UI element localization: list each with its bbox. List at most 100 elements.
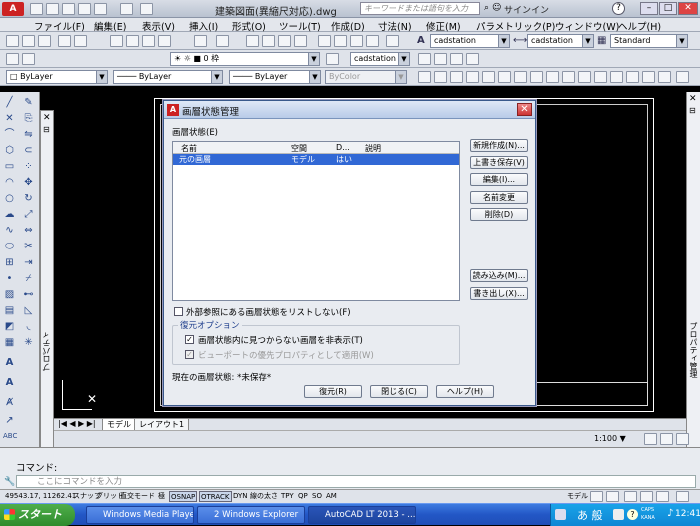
saveas-icon[interactable] (78, 3, 91, 15)
layer-manager-icon[interactable] (6, 53, 19, 65)
toggle-ortho[interactable]: 直交モード (119, 491, 156, 502)
xline-icon[interactable]: ✕ (3, 112, 16, 125)
layer-tool2-icon[interactable] (434, 53, 447, 65)
snap-tool6-icon[interactable] (498, 71, 511, 83)
tool-zoom-icon[interactable] (262, 35, 275, 47)
tool-open-icon[interactable] (22, 35, 35, 47)
edit-state-button[interactable]: 編集(I)... (470, 173, 528, 186)
help-icon[interactable]: ? (612, 2, 625, 15)
mleader-style-select[interactable]: cadstation ▼ (350, 52, 410, 66)
snap-tool10-icon[interactable] (562, 71, 575, 83)
snap-tool11-icon[interactable] (578, 71, 591, 83)
tool-pan-icon[interactable] (246, 35, 259, 47)
hide-missing-checkbox[interactable]: ✓ (185, 335, 194, 344)
spellcheck-icon[interactable]: ABC (3, 430, 17, 443)
lock-icon[interactable] (656, 491, 669, 502)
tool-tool-palettes-icon[interactable] (350, 35, 363, 47)
menu-dimension[interactable]: 寸法(N) (378, 19, 412, 33)
dim-style-select[interactable]: cadstation ▼ (527, 34, 594, 48)
start-button[interactable]: スタート (0, 504, 75, 526)
task-autocad[interactable]: AutoCAD LT 2013 - ... (308, 506, 416, 524)
tool-copy-icon[interactable] (126, 35, 139, 47)
linetype-select[interactable]: ──── ByLayer ▼ (113, 70, 223, 84)
save-icon[interactable] (62, 3, 75, 15)
layer-tool3-icon[interactable] (450, 53, 463, 65)
toggle-so[interactable]: SO (311, 491, 323, 502)
app-logo-icon[interactable]: A (2, 2, 24, 16)
table-icon[interactable]: ▦ (3, 336, 16, 349)
dialog-title-bar[interactable]: A 画層状態管理 ✕ (164, 101, 535, 119)
tool-help-icon[interactable] (386, 35, 399, 47)
copy-obj-icon[interactable]: ⎘ (22, 112, 35, 125)
scale-icon[interactable]: ⤢ (22, 208, 35, 221)
new-icon[interactable] (30, 3, 43, 15)
undo-icon[interactable] (120, 3, 133, 15)
mtext-icon[interactable]: A (3, 356, 16, 369)
clock[interactable]: 12:41 (675, 509, 700, 519)
list-item[interactable]: 元の画層 モデル はい (173, 154, 459, 165)
help-tray-icon[interactable]: ? (627, 509, 638, 520)
menu-insert[interactable]: 挿入(I) (189, 19, 218, 33)
toggle-qp[interactable]: QP (297, 491, 309, 502)
hatch-icon[interactable]: ▨ (3, 288, 16, 301)
close-dialog-button[interactable]: 閉じる(C) (370, 385, 428, 398)
close-button[interactable]: ✕ (678, 2, 698, 15)
menu-format[interactable]: 形式(O) (232, 19, 266, 33)
break-icon[interactable]: ⌿ (22, 272, 35, 285)
scale-select[interactable]: 1:100 ▼ (594, 434, 626, 443)
minimize-button[interactable]: – (640, 2, 658, 15)
snap-tool9-icon[interactable] (546, 71, 559, 83)
signin-link[interactable]: サインイン (504, 3, 549, 16)
snap-tool12-icon[interactable] (594, 71, 607, 83)
zoom-status-icon[interactable] (640, 491, 653, 502)
stretch-icon[interactable]: ⇔ (22, 224, 35, 237)
quickview-layouts-icon[interactable] (590, 491, 603, 502)
help-button[interactable]: ヘルプ(H) (436, 385, 494, 398)
dimlinear-icon[interactable]: Ⱥ (3, 396, 16, 409)
command-wrench-icon[interactable]: 🔧 (4, 477, 15, 487)
toggle-tpy[interactable]: TPY (280, 491, 295, 502)
maximize-button[interactable]: □ (659, 2, 677, 15)
color-select[interactable]: □ ByLayer ▼ (6, 70, 108, 84)
make-current-icon[interactable] (326, 53, 339, 65)
snap-tool4-icon[interactable] (466, 71, 479, 83)
right-palette-close-icon[interactable]: ✕ (689, 94, 697, 104)
layer-tool1-icon[interactable] (418, 53, 431, 65)
col-desc[interactable]: 説明 (365, 143, 381, 154)
search-input[interactable]: キーワードまたは語句を入力 (360, 2, 480, 15)
snap-tool7-icon[interactable] (514, 71, 527, 83)
tool-save-icon[interactable] (38, 35, 51, 47)
array-icon[interactable]: ⁘ (22, 160, 35, 173)
tool-redo-icon[interactable] (216, 35, 229, 47)
insert-block-icon[interactable]: ⊞ (3, 256, 16, 269)
toggle-osnap[interactable]: OSNAP (169, 491, 198, 502)
tool-zoomprev-icon[interactable] (294, 35, 307, 47)
right-palette-autohide-icon[interactable]: ⊟ (689, 106, 696, 115)
import-button[interactable]: 読み込み(M)... (470, 269, 528, 282)
snap-tool13-icon[interactable] (610, 71, 623, 83)
new-state-button[interactable]: 新規作成(N)... (470, 139, 528, 152)
menu-draw[interactable]: 作成(D) (331, 19, 365, 33)
tray-icon-2[interactable] (613, 509, 624, 520)
save-state-button[interactable]: 上書き保存(V) (470, 156, 528, 169)
offset-icon[interactable]: ⊂ (22, 144, 35, 157)
xref-checkbox[interactable] (174, 307, 183, 316)
layer-state-icon[interactable] (22, 53, 35, 65)
rectangle-icon[interactable]: ▭ (3, 160, 16, 173)
task-explorer[interactable]: 2 Windows Explorer (197, 506, 305, 524)
extend-icon[interactable]: ⇥ (22, 256, 35, 269)
point-icon[interactable]: • (3, 272, 16, 285)
menu-parametric[interactable]: パラメトリック(P) (476, 19, 555, 33)
text-icon[interactable]: A (3, 376, 16, 389)
snap-tool5-icon[interactable] (482, 71, 495, 83)
print-icon[interactable] (94, 3, 107, 15)
restore-button[interactable]: 復元(R) (304, 385, 362, 398)
circle-icon[interactable]: ○ (3, 192, 16, 205)
lineweight-select[interactable]: ──── ByLayer ▼ (229, 70, 321, 84)
annot-autoscale-icon[interactable] (660, 433, 673, 445)
layer-states-list[interactable]: 名前 空間 D... 説明 元の画層 モデル はい (172, 141, 460, 301)
tab-nav-icon[interactable]: |◀ ◀ ▶ ▶| (58, 419, 96, 428)
revcloud-icon[interactable]: ☁ (3, 208, 16, 221)
mirror-icon[interactable]: ⇋ (22, 128, 35, 141)
tool-properties-icon[interactable] (318, 35, 331, 47)
